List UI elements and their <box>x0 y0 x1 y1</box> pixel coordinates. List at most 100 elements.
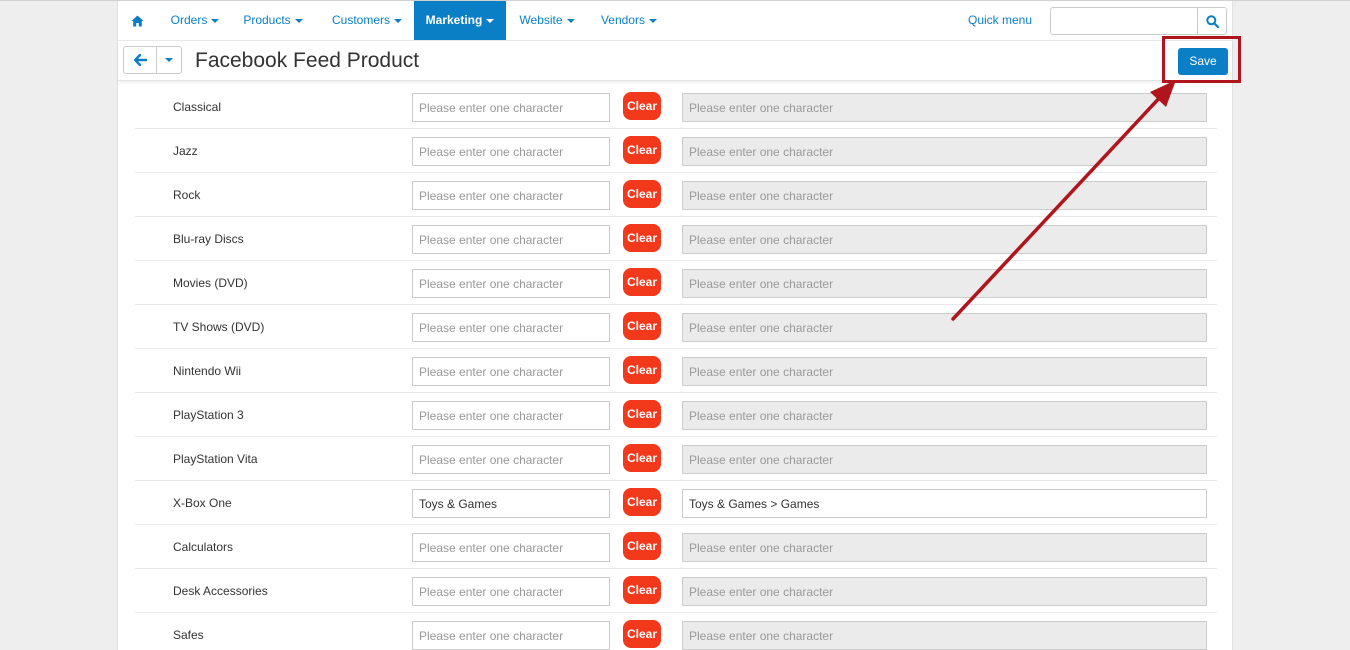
search-icon <box>1205 14 1219 28</box>
back-button[interactable] <box>123 46 157 74</box>
arrow-left-icon <box>133 54 147 66</box>
nav-products-label: Products <box>243 13 291 27</box>
clear-button[interactable]: Clear <box>623 268 661 296</box>
table-row: Desk Accessories Clear <box>135 569 1217 613</box>
feed-category-input[interactable] <box>412 269 610 298</box>
table-row: Jazz Clear <box>135 129 1217 173</box>
category-path-field[interactable] <box>682 225 1207 254</box>
clear-button[interactable]: Clear <box>623 488 661 516</box>
chevron-down-icon <box>165 58 173 62</box>
clear-button[interactable]: Clear <box>623 136 661 164</box>
feed-category-input[interactable] <box>412 93 610 122</box>
clear-button[interactable]: Clear <box>623 444 661 472</box>
clear-button[interactable]: Clear <box>623 180 661 208</box>
clear-button[interactable]: Clear <box>623 312 661 340</box>
nav-orders[interactable]: Orders <box>160 1 230 40</box>
quick-menu-link[interactable]: Quick menu <box>968 1 1032 40</box>
nav-customers-label: Customers <box>331 13 390 27</box>
back-dropdown-button[interactable] <box>156 46 182 74</box>
feed-category-input[interactable] <box>412 533 610 562</box>
category-path-field[interactable] <box>682 621 1207 650</box>
chevron-down-icon <box>394 18 402 23</box>
chevron-down-icon <box>486 18 495 23</box>
row-label: Movies (DVD) <box>173 276 248 290</box>
category-path-field[interactable] <box>682 357 1207 386</box>
nav-vendors[interactable]: Vendors <box>594 1 664 40</box>
row-label: Classical <box>173 100 222 114</box>
table-row: X-Box One Clear <box>135 481 1217 525</box>
clear-button[interactable]: Clear <box>623 356 661 384</box>
feed-category-input[interactable] <box>412 181 610 210</box>
table-row: Calculators Clear <box>135 525 1217 569</box>
category-path-field[interactable] <box>682 533 1207 562</box>
admin-page: Orders Products Customers Marketing Webs… <box>117 1 1233 650</box>
save-button[interactable]: Save <box>1178 48 1228 75</box>
category-path-field[interactable] <box>682 93 1207 122</box>
feed-category-input[interactable] <box>412 577 610 606</box>
row-label: Desk Accessories <box>173 584 268 598</box>
home-icon <box>131 15 143 27</box>
table-row: Movies (DVD) Clear <box>135 261 1217 305</box>
chevron-down-icon <box>566 18 575 23</box>
search-button[interactable] <box>1197 8 1226 34</box>
row-label: Jazz <box>173 144 198 158</box>
category-path-field[interactable] <box>682 269 1207 298</box>
row-label: Rock <box>173 188 201 202</box>
feed-category-input[interactable] <box>412 225 610 254</box>
feed-category-input[interactable] <box>412 401 610 430</box>
category-path-field[interactable] <box>682 401 1207 430</box>
page-header: Facebook Feed Product Save <box>118 41 1232 81</box>
chevron-down-icon <box>294 18 303 23</box>
clear-button[interactable]: Clear <box>623 620 661 648</box>
page-title: Facebook Feed Product <box>195 49 420 72</box>
row-label: Blu-ray Discs <box>173 232 244 246</box>
row-label: Nintendo Wii <box>173 364 242 378</box>
table-row: TV Shows (DVD) Clear <box>135 305 1217 349</box>
nav-customers[interactable]: Customers <box>323 1 411 40</box>
clear-button[interactable]: Clear <box>623 224 661 252</box>
category-path-field[interactable] <box>682 313 1207 342</box>
clear-button[interactable]: Clear <box>623 92 661 120</box>
category-path-field[interactable] <box>682 137 1207 166</box>
row-label: PlayStation Vita <box>173 452 258 466</box>
feed-category-input[interactable] <box>412 137 610 166</box>
feed-category-input[interactable] <box>412 357 610 386</box>
chevron-down-icon <box>649 18 658 23</box>
feed-category-input[interactable] <box>412 621 610 650</box>
row-label: PlayStation 3 <box>173 408 244 422</box>
category-path-field[interactable] <box>682 489 1207 518</box>
search-input[interactable] <box>1051 8 1199 34</box>
feed-category-input[interactable] <box>412 445 610 474</box>
nav-website-label: Website <box>519 13 563 27</box>
row-label: Safes <box>173 628 204 642</box>
top-navbar: Orders Products Customers Marketing Webs… <box>118 1 1232 41</box>
feed-category-input[interactable] <box>412 313 610 342</box>
home-link[interactable] <box>124 1 150 41</box>
nav-marketing[interactable]: Marketing <box>414 1 506 40</box>
category-path-field[interactable] <box>682 445 1207 474</box>
feed-category-input[interactable] <box>412 489 610 518</box>
nav-products[interactable]: Products <box>235 1 311 40</box>
category-path-field[interactable] <box>682 181 1207 210</box>
row-label: X-Box One <box>173 496 232 510</box>
category-path-field[interactable] <box>682 577 1207 606</box>
nav-orders-label: Orders <box>170 13 208 27</box>
table-row: Safes Clear <box>135 613 1217 650</box>
clear-button[interactable]: Clear <box>623 576 661 604</box>
table-row: Nintendo Wii Clear <box>135 349 1217 393</box>
table-row: Rock Clear <box>135 173 1217 217</box>
row-label: Calculators <box>173 540 234 554</box>
category-mapping-table: ClassicalClearJazzClearRockClearBlu-ray … <box>135 85 1217 650</box>
table-row: Classical Clear <box>135 85 1217 129</box>
nav-website[interactable]: Website <box>510 1 584 40</box>
search-box <box>1050 7 1227 35</box>
table-row: Blu-ray Discs Clear <box>135 217 1217 261</box>
nav-vendors-label: Vendors <box>600 13 646 27</box>
chevron-down-icon <box>211 18 220 23</box>
table-row: PlayStation Vita Clear <box>135 437 1217 481</box>
nav-marketing-label: Marketing <box>425 13 483 27</box>
clear-button[interactable]: Clear <box>623 532 661 560</box>
clear-button[interactable]: Clear <box>623 400 661 428</box>
table-row: PlayStation 3 Clear <box>135 393 1217 437</box>
row-label: TV Shows (DVD) <box>173 320 265 334</box>
